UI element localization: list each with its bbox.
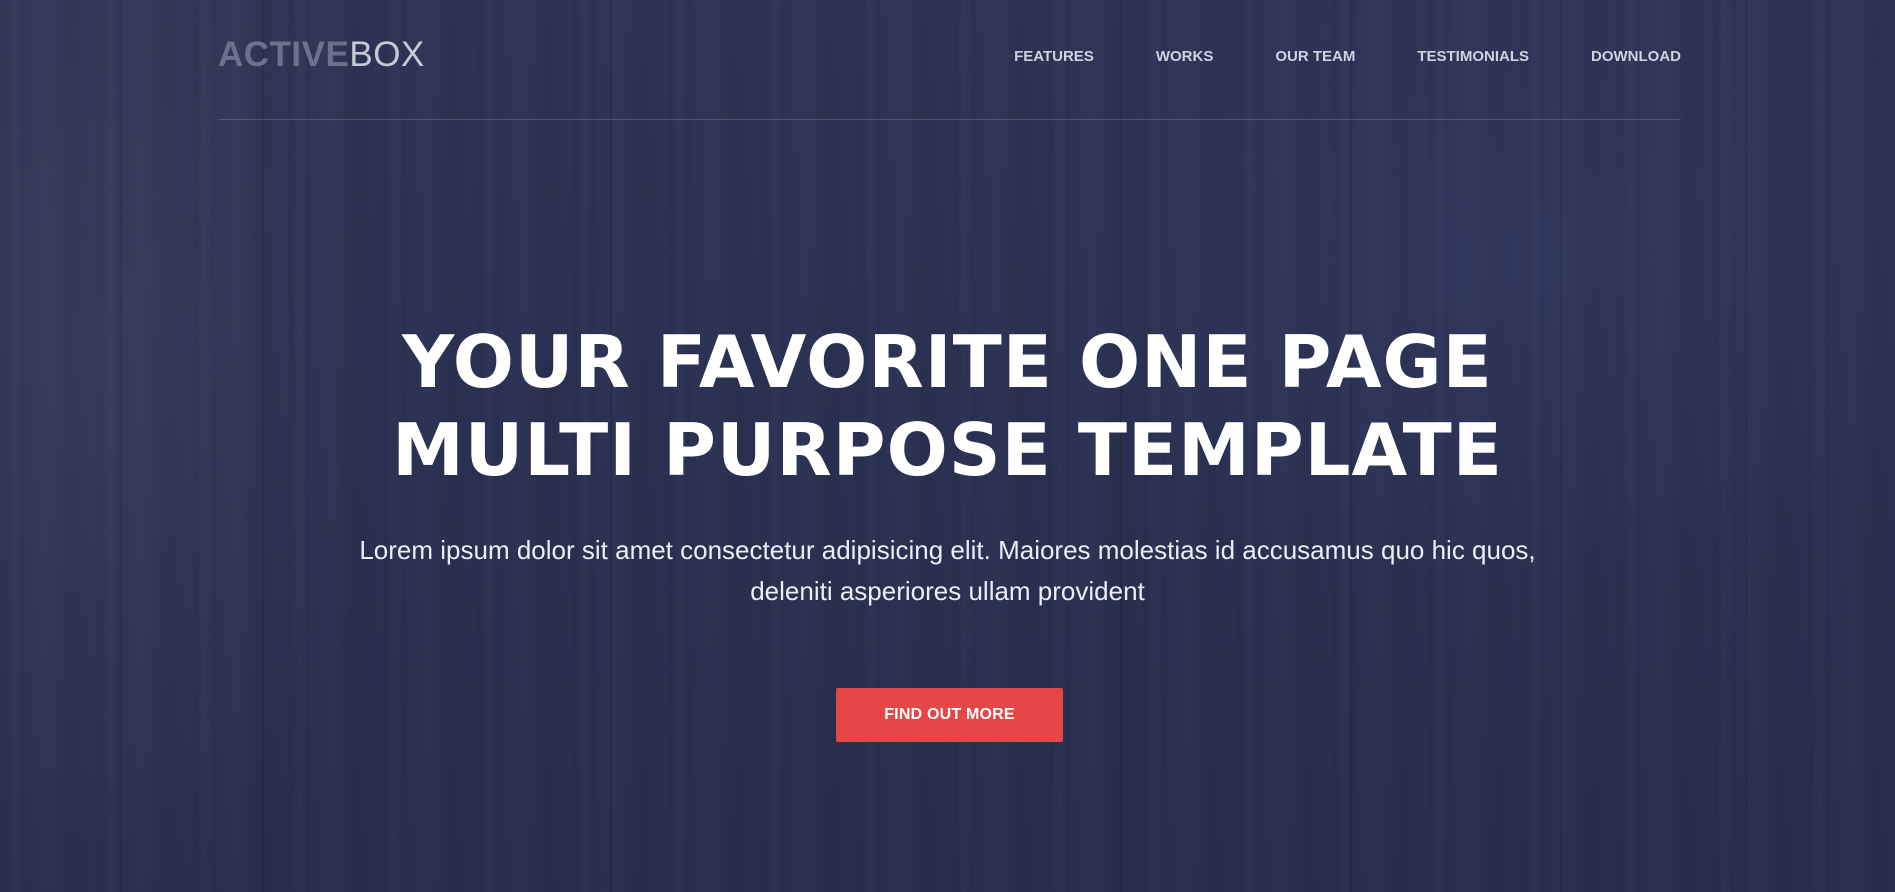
- hero-headline: YOUR FAVORITE ONE PAGE MULTI PURPOSE TEM…: [0, 318, 1895, 494]
- logo-text-box: BOX: [349, 35, 425, 74]
- hero-headline-line-2: MULTI PURPOSE TEMPLATE: [392, 408, 1503, 492]
- nav-link-our-team[interactable]: OUR TEAM: [1275, 47, 1355, 67]
- find-out-more-button[interactable]: FIND OUT MORE: [836, 688, 1063, 742]
- nav-link-download[interactable]: DOWNLOAD: [1591, 47, 1681, 67]
- hero-subtext: Lorem ipsum dolor sit amet consectetur a…: [359, 535, 1536, 606]
- nav-link-features[interactable]: FEATURES: [1014, 47, 1094, 67]
- main-nav: FEATURES WORKS OUR TEAM TESTIMONIALS DOW…: [952, 47, 1681, 67]
- site-logo[interactable]: ACTIVEBOX: [218, 35, 425, 75]
- logo-text-active: ACTIVE: [218, 35, 350, 74]
- top-navigation-bar: ACTIVEBOX FEATURES WORKS OUR TEAM TESTIM…: [218, 0, 1681, 120]
- nav-link-testimonials[interactable]: TESTIMONIALS: [1417, 47, 1529, 67]
- hero-section: ACTIVEBOX FEATURES WORKS OUR TEAM TESTIM…: [0, 0, 1895, 892]
- nav-link-works[interactable]: WORKS: [1156, 47, 1214, 67]
- hero-headline-line-1: YOUR FAVORITE ONE PAGE: [402, 320, 1493, 404]
